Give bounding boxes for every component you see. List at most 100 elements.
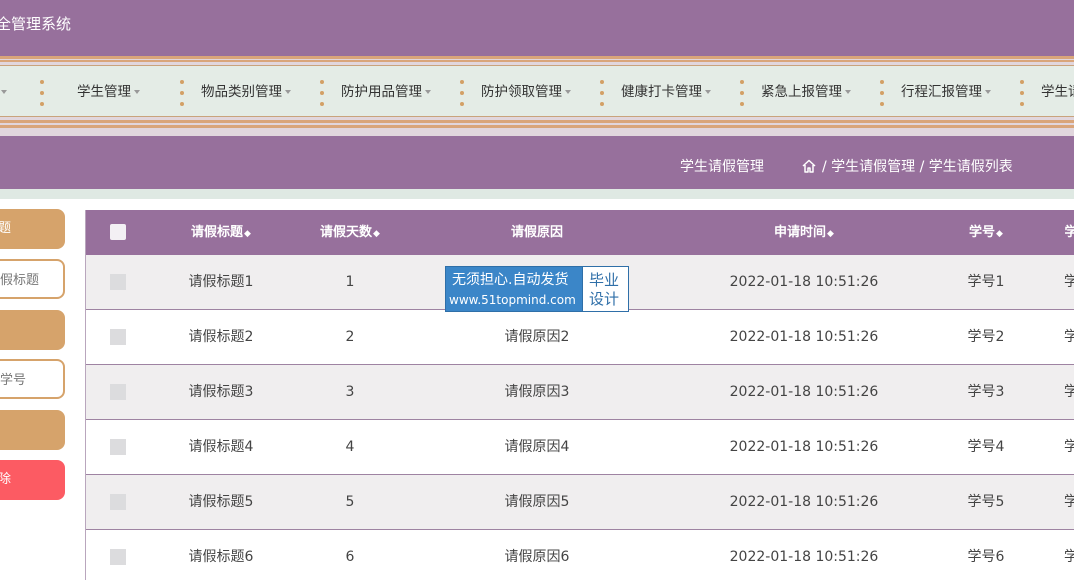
row-checkbox[interactable]	[110, 329, 126, 345]
sort-icon: ◆	[827, 229, 834, 239]
cell-student-no: 学号3	[967, 384, 1005, 400]
nav-item-label: 紧急上报管理	[761, 84, 842, 100]
nav-item-label: 物品类别管理	[201, 84, 282, 100]
cell-days: 6	[345, 549, 355, 565]
title-search-input[interactable]: 假标题	[0, 259, 65, 299]
home-icon[interactable]	[801, 158, 817, 174]
watermark-side-text: 毕业	[589, 271, 620, 289]
top-header: 全管理系统	[0, 0, 1074, 56]
cell-apply-time: 2022-01-18 10:51:26	[729, 384, 879, 400]
nav-item-label: 学生管理	[77, 84, 131, 100]
chevron-down-icon	[985, 90, 991, 94]
nav-item-emergency-report[interactable]: 紧急上报管理	[761, 66, 851, 118]
nav-border-stripe	[0, 56, 1074, 59]
column-header-title[interactable]: 请假标题◆	[191, 210, 251, 255]
cell-title: 请假标题5	[188, 494, 254, 510]
cell-cut-off: 学	[1064, 530, 1074, 580]
cell-days: 2	[345, 329, 355, 345]
watermark-side: 毕业 设计	[582, 267, 628, 311]
cell-days: 5	[345, 494, 355, 510]
search-button[interactable]	[0, 410, 65, 450]
chevron-down-icon	[134, 90, 140, 94]
nav-item-label: 学生请	[1041, 84, 1074, 100]
nav-item-cut-off[interactable]	[0, 66, 7, 118]
column-header-student-no[interactable]: 学号◆	[969, 210, 1003, 255]
sort-icon: ◆	[244, 229, 251, 239]
table-row[interactable]: 请假标题2 2 请假原因2 2022-01-18 10:51:26 学号2 学	[86, 310, 1074, 365]
cell-title: 请假标题3	[188, 384, 254, 400]
table-row[interactable]: 请假标题3 3 请假原因3 2022-01-18 10:51:26 学号3 学	[86, 365, 1074, 420]
nav-border-stripe	[0, 125, 1074, 128]
chevron-down-icon	[845, 90, 851, 94]
cell-cut-off: 学	[1064, 420, 1074, 475]
dots-separator-icon	[460, 80, 465, 106]
nav-item-item-category[interactable]: 物品类别管理	[201, 66, 291, 118]
studentno-search-input[interactable]: 学号	[0, 359, 65, 399]
cell-apply-time: 2022-01-18 10:51:26	[729, 439, 879, 455]
watermark-url: www.51topmind.com	[449, 293, 576, 307]
cell-cut-off: 学	[1064, 255, 1074, 310]
cell-apply-time: 2022-01-18 10:51:26	[729, 494, 879, 510]
nav-wrapper: 学生管理 物品类别管理 防护用品管理 防护领取管理 健康打卡管理 紧急上报管理 …	[0, 56, 1074, 136]
nav-item-label: 防护领取管理	[481, 84, 562, 100]
chevron-down-icon	[1, 90, 7, 94]
table-row[interactable]: 请假标题4 4 请假原因4 2022-01-18 10:51:26 学号4 学	[86, 420, 1074, 475]
row-checkbox[interactable]	[110, 494, 126, 510]
nav-item-health-checkin[interactable]: 健康打卡管理	[621, 66, 711, 118]
page-title: 学生请假管理	[680, 159, 764, 175]
cell-reason: 请假原因3	[504, 384, 570, 400]
chevron-down-icon	[285, 90, 291, 94]
cell-reason: 请假原因6	[504, 549, 570, 565]
nav-item-student[interactable]: 学生管理	[77, 66, 140, 118]
row-checkbox[interactable]	[110, 384, 126, 400]
column-header-apply-time[interactable]: 申请时间◆	[774, 210, 834, 255]
row-checkbox[interactable]	[110, 274, 126, 290]
row-checkbox[interactable]	[110, 439, 126, 455]
cell-student-no: 学号5	[967, 494, 1005, 510]
dots-separator-icon	[600, 80, 605, 106]
cell-student-no: 学号6	[967, 549, 1005, 565]
cell-cut-off: 学	[1064, 475, 1074, 530]
dots-separator-icon	[740, 80, 745, 106]
app-title: 全管理系统	[0, 15, 72, 33]
title-search-label: 题	[0, 209, 65, 249]
nav-border-stripe	[0, 120, 1074, 123]
cell-days: 4	[345, 439, 355, 455]
table-row[interactable]: 请假标题5 5 请假原因5 2022-01-18 10:51:26 学号5 学	[86, 475, 1074, 530]
breadcrumb-bar: 学生请假管理 / 学生请假管理 / 学生请假列表	[0, 136, 1074, 189]
dots-separator-icon	[880, 80, 885, 106]
sort-icon: ◆	[373, 229, 380, 239]
delete-button[interactable]: 除	[0, 460, 65, 500]
watermark-main: 无须担心.自动发货 www.51topmind.com	[446, 267, 582, 311]
nav-item-label: 防护用品管理	[341, 84, 422, 100]
cell-days: 1	[345, 274, 355, 290]
cell-student-no: 学号2	[967, 329, 1005, 345]
nav-item-protective-supplies[interactable]: 防护用品管理	[341, 66, 431, 118]
dots-separator-icon	[40, 80, 45, 106]
watermark-badge: 无须担心.自动发货 www.51topmind.com 毕业 设计	[445, 266, 629, 312]
cell-student-no: 学号4	[967, 439, 1005, 455]
sort-icon: ◆	[996, 229, 1003, 239]
dots-separator-icon	[320, 80, 325, 106]
nav-item-travel-report[interactable]: 行程汇报管理	[901, 66, 991, 118]
nav-item-protective-claim[interactable]: 防护领取管理	[481, 66, 571, 118]
cell-days: 3	[345, 384, 355, 400]
chevron-down-icon	[565, 90, 571, 94]
cell-reason: 请假原因2	[504, 329, 570, 345]
studentno-search-label	[0, 310, 65, 350]
cell-title: 请假标题2	[188, 329, 254, 345]
breadcrumb: / 学生请假管理 / 学生请假列表	[822, 159, 1013, 175]
cell-apply-time: 2022-01-18 10:51:26	[729, 329, 879, 345]
chevron-down-icon	[425, 90, 431, 94]
column-header-days[interactable]: 请假天数◆	[320, 210, 380, 255]
chevron-down-icon	[705, 90, 711, 94]
row-checkbox[interactable]	[110, 549, 126, 565]
dots-separator-icon	[1020, 80, 1025, 106]
nav-item-label: 健康打卡管理	[621, 84, 702, 100]
cell-student-no: 学号1	[967, 274, 1005, 290]
table-row[interactable]: 请假标题6 6 请假原因6 2022-01-18 10:51:26 学号6 学	[86, 530, 1074, 580]
watermark-side-text: 设计	[589, 290, 620, 308]
select-all-checkbox[interactable]	[110, 224, 126, 240]
nav-item-student-leave[interactable]: 学生请	[1041, 66, 1074, 118]
cell-cut-off: 学	[1064, 310, 1074, 365]
